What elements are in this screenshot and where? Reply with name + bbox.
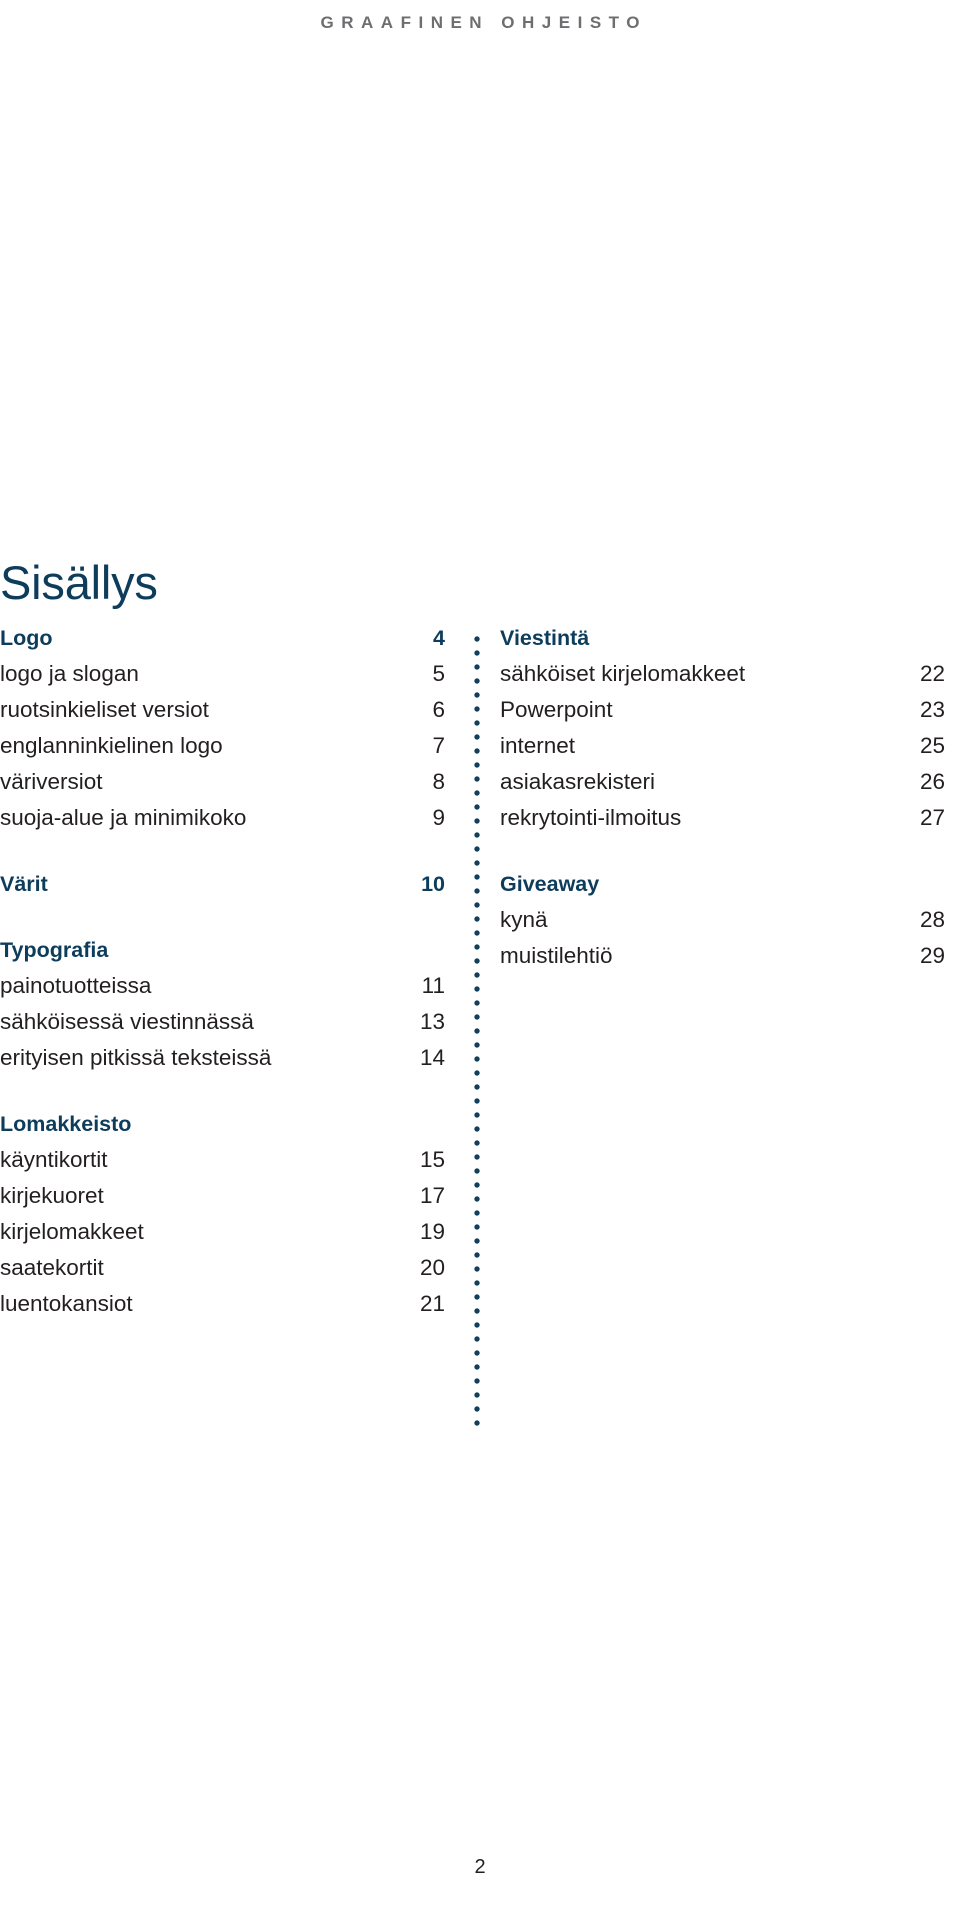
toc-entry-row[interactable]: painotuotteissa 11 — [0, 968, 445, 1004]
toc-entry-row[interactable]: logo ja slogan 5 — [0, 656, 445, 692]
toc-heading-lomakkeisto: Lomakkeisto — [0, 1112, 132, 1136]
toc-entry-logo-ja-slogan: logo ja slogan — [0, 661, 139, 686]
toc-entry-powerpoint: Powerpoint — [500, 697, 613, 722]
toc-page-number: 17 — [419, 1183, 445, 1208]
toc-entry-row[interactable]: englanninkielinen logo 7 — [0, 728, 445, 764]
toc-heading-varit: Värit — [0, 872, 48, 896]
toc-entry-row[interactable]: ruotsinkieliset versiot 6 — [0, 692, 445, 728]
toc-entry-ruotsinkieliset-versiot: ruotsinkieliset versiot — [0, 697, 209, 722]
toc-entry-sahkoisessa-viestinnassa: sähköisessä viestinnässä — [0, 1009, 254, 1034]
toc-entry-row[interactable]: suoja-alue ja minimikoko 9 — [0, 800, 445, 836]
toc-page-number: 28 — [919, 907, 945, 932]
toc-heading-row[interactable]: Värit 10 — [0, 866, 445, 902]
toc-page-number: 11 — [421, 973, 445, 998]
toc-group-typografia: Typografia painotuotteissa 11 sähköisessä v… — [0, 932, 445, 1076]
toc-page-number: 27 — [919, 805, 945, 830]
toc-entry-kirjekuoret: kirjekuoret — [0, 1183, 104, 1208]
toc-group-varit: Värit 10 — [0, 866, 445, 902]
toc-heading-typografia: Typografia — [0, 938, 109, 962]
toc-heading-row[interactable]: Giveaway — [500, 866, 945, 902]
toc-page-number: 6 — [432, 697, 445, 722]
toc-page-number: 4 — [433, 626, 445, 650]
toc-entry-muistilehtio: muistilehtiö — [500, 943, 613, 968]
toc-entry-row[interactable]: muistilehtiö 29 — [500, 938, 945, 974]
toc-page-number: 7 — [432, 733, 445, 758]
toc-entry-painotuotteissa: painotuotteissa — [0, 973, 152, 998]
table-of-contents: Logo 4 logo ja slogan 5 ruotsinkieliset vers… — [0, 620, 960, 1431]
toc-entry-row[interactable]: rekrytointi-ilmoitus 27 — [500, 800, 945, 836]
toc-page-number: 26 — [919, 769, 945, 794]
running-header-text: GRAAFINEN OHJEISTO — [320, 13, 647, 32]
toc-heading-row[interactable]: Viestintä — [500, 620, 945, 656]
toc-group-logo: Logo 4 logo ja slogan 5 ruotsinkieliset vers… — [0, 620, 445, 836]
toc-entry-row[interactable]: väriversiot 8 — [0, 764, 445, 800]
toc-heading-viestinta: Viestintä — [500, 626, 590, 650]
toc-heading-row[interactable]: Lomakkeisto — [0, 1106, 445, 1142]
toc-page-number: 19 — [419, 1219, 445, 1244]
toc-page-number: 8 — [432, 769, 445, 794]
toc-heading-row[interactable]: Typografia — [0, 932, 445, 968]
toc-entry-suoja-alue-ja-minimikoko: suoja-alue ja minimikoko — [0, 805, 247, 830]
toc-group-lomakkeisto: Lomakkeisto käyntikortit 15 kirjekuoret 17 ki… — [0, 1106, 445, 1322]
toc-entry-row[interactable]: kynä 28 — [500, 902, 945, 938]
toc-group-giveaway: Giveaway kynä 28 muistilehtiö 29 — [500, 866, 945, 974]
toc-entry-internet: internet — [500, 733, 576, 758]
toc-group-viestinta: Viestintä sähköiset kirjelomakkeet 22 Power… — [500, 620, 945, 836]
toc-entry-row[interactable]: erityisen pitkissä teksteissä 14 — [0, 1040, 445, 1076]
dotted-column-divider — [473, 635, 481, 1431]
toc-page-number: 14 — [419, 1045, 445, 1070]
toc-entry-row[interactable]: kirjelomakkeet 19 — [0, 1214, 445, 1250]
toc-entry-kayntikortit: käyntikortit — [0, 1147, 108, 1172]
toc-entry-row[interactable]: Powerpoint 23 — [500, 692, 945, 728]
toc-page-number: 5 — [432, 661, 445, 686]
toc-entry-row[interactable]: luentokansiot 21 — [0, 1286, 445, 1322]
toc-entry-englanninkielinen-logo: englanninkielinen logo — [0, 733, 223, 758]
toc-entry-erityisen-pitkissa-teksteissa: erityisen pitkissä teksteissä — [0, 1045, 272, 1070]
toc-page-number: 9 — [432, 805, 445, 830]
toc-heading-row[interactable]: Logo 4 — [0, 620, 445, 656]
toc-right-column: Viestintä sähköiset kirjelomakkeet 22 Power… — [500, 620, 945, 974]
toc-entry-rekrytointi-ilmoitus: rekrytointi-ilmoitus — [500, 805, 682, 830]
toc-entry-kyna: kynä — [500, 907, 548, 932]
toc-page-number: 15 — [419, 1147, 445, 1172]
toc-entry-row[interactable]: saatekortit 20 — [0, 1250, 445, 1286]
toc-entry-row[interactable]: käyntikortit 15 — [0, 1142, 445, 1178]
toc-entry-kirjelomakkeet: kirjelomakkeet — [0, 1219, 144, 1244]
toc-page-number: 13 — [419, 1009, 445, 1034]
toc-entry-luentokansiot: luentokansiot — [0, 1291, 133, 1316]
toc-entry-row[interactable]: sähköisessä viestinnässä 13 — [0, 1004, 445, 1040]
toc-page-number: 21 — [419, 1291, 445, 1316]
toc-left-column: Logo 4 logo ja slogan 5 ruotsinkieliset vers… — [0, 620, 445, 1322]
toc-entry-asiakasrekisteri: asiakasrekisteri — [500, 769, 656, 794]
toc-page-number: 10 — [421, 872, 445, 896]
toc-entry-row[interactable]: sähköiset kirjelomakkeet 22 — [500, 656, 945, 692]
page-header: GRAAFINEN OHJEISTO — [0, 0, 960, 46]
toc-entry-saatekortit: saatekortit — [0, 1255, 104, 1280]
toc-entry-variversiot: väriversiot — [0, 769, 103, 794]
toc-entry-row[interactable]: asiakasrekisteri 26 — [500, 764, 945, 800]
toc-entry-row[interactable]: kirjekuoret 17 — [0, 1178, 445, 1214]
page-title: Sisällys — [0, 556, 158, 610]
toc-page-number: 20 — [419, 1255, 445, 1280]
toc-entry-sahkoiset-kirjelomakkeet: sähköiset kirjelomakkeet — [500, 661, 746, 686]
page-folio: 2 — [474, 1856, 486, 1878]
toc-heading-logo: Logo — [0, 626, 53, 650]
toc-page-number: 22 — [919, 661, 945, 686]
toc-heading-giveaway: Giveaway — [500, 872, 600, 896]
toc-page-number: 25 — [919, 733, 945, 758]
toc-page-number: 29 — [919, 943, 945, 968]
toc-page-number: 23 — [919, 697, 945, 722]
toc-entry-row[interactable]: internet 25 — [500, 728, 945, 764]
